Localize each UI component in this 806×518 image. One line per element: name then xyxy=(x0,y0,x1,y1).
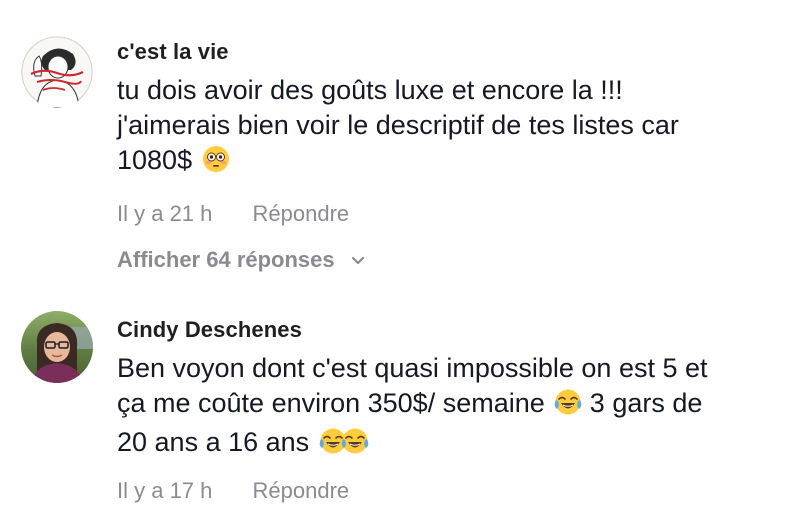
comment-timestamp: Il y a 17 h xyxy=(117,478,213,503)
comment-text: Ben voyon dont c'est quasi impossible on… xyxy=(117,351,787,464)
tears-of-joy-emoji-icon xyxy=(341,427,369,464)
comment-author[interactable]: Cindy Deschenes xyxy=(117,317,302,343)
comment-text-fragment: 20 ans a 16 ans xyxy=(117,427,310,457)
comment-text-line: 1080$ xyxy=(117,143,787,182)
comment-text: tu dois avoir des goûts luxe et encore l… xyxy=(117,73,787,182)
flushed-face-emoji-icon xyxy=(202,145,230,182)
profile-photo-avatar-icon xyxy=(21,311,93,383)
chevron-down-icon xyxy=(351,246,365,272)
comment-text-line: ça me coûte environ 350$/ semaine 3 gars… xyxy=(117,386,787,425)
comment-text-fragment: ça me coûte environ 350$/ semaine xyxy=(117,388,545,418)
comment-text-line: j'aimerais bien voir le descriptif de te… xyxy=(117,110,679,140)
avatar[interactable] xyxy=(21,36,93,108)
comment-text-fragment: 3 gars de xyxy=(589,388,703,418)
comment-text-fragment: 1080$ xyxy=(117,145,193,175)
view-replies-button[interactable]: Afficher 64 réponses xyxy=(117,246,365,273)
reply-button[interactable]: Répondre xyxy=(253,478,350,504)
avatar[interactable] xyxy=(21,311,93,383)
comment-meta: Il y a 21 h Répondre xyxy=(117,201,349,227)
comment-timestamp: Il y a 21 h xyxy=(117,201,213,226)
view-replies-label: Afficher 64 réponses xyxy=(117,247,335,272)
comment-meta: Il y a 17 h Répondre xyxy=(117,478,349,504)
reply-button[interactable]: Répondre xyxy=(253,201,350,227)
tears-of-joy-emoji-icon xyxy=(554,388,582,425)
illustrated-woman-avatar-icon xyxy=(21,36,93,108)
comment-text-line: tu dois avoir des goûts luxe et encore l… xyxy=(117,75,623,105)
comment-text-line: Ben voyon dont c'est quasi impossible on… xyxy=(117,353,708,383)
comment-author[interactable]: c'est la vie xyxy=(117,39,229,65)
comment-text-line: 20 ans a 16 ans xyxy=(117,425,787,464)
